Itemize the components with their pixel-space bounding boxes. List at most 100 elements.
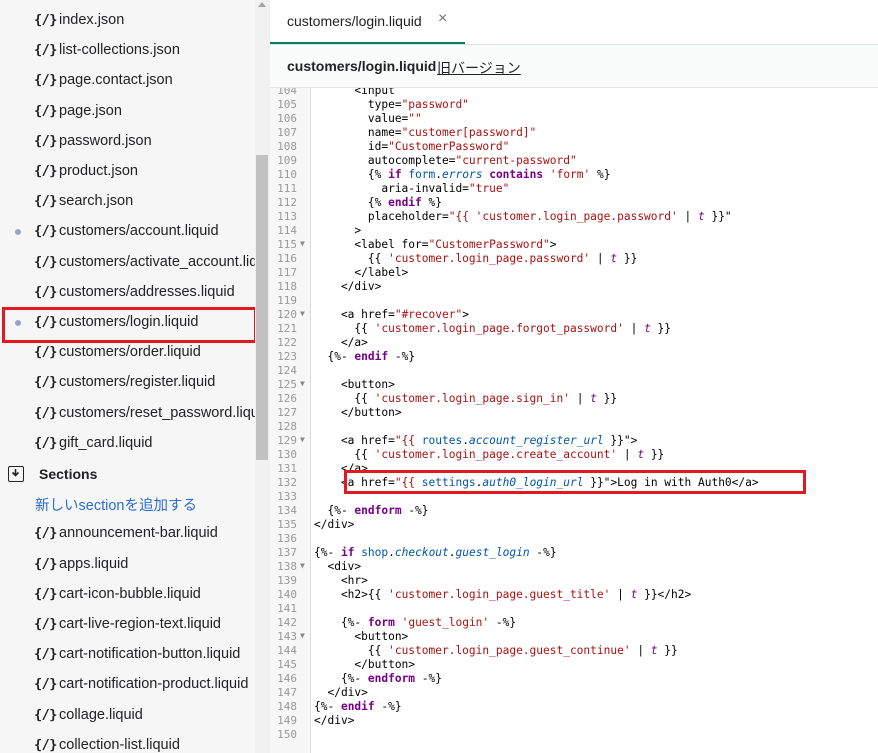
fold-arrow-icon[interactable]: ▼	[300, 307, 305, 321]
line-number: 110	[277, 168, 297, 181]
liquid-file-icon: {/}	[34, 72, 57, 89]
fold-arrow-icon[interactable]: ▼	[300, 433, 305, 447]
liquid-file-icon: {/}	[34, 344, 57, 361]
line-number: 138	[277, 560, 297, 573]
code-line: 124	[270, 364, 878, 378]
line-number: 132	[277, 476, 297, 489]
file-item[interactable]: {/} customers/addresses.liquid	[0, 278, 255, 308]
code-text: <h2>{{ 'customer.login_page.guest_title'…	[314, 588, 692, 601]
line-number: 139	[277, 574, 297, 587]
file-item[interactable]: {/} cart-notification-button.liquid	[0, 640, 255, 670]
fold-arrow-icon[interactable]: ▼	[300, 237, 305, 251]
liquid-file-icon: {/}	[34, 374, 57, 391]
file-name-label: cart-notification-product.liquid	[59, 676, 249, 693]
file-item[interactable]: {/} apps.liquid	[0, 550, 255, 580]
line-number: 140	[277, 588, 297, 601]
code-line: 128	[270, 420, 878, 434]
file-item[interactable]: {/} collection-list.liquid	[0, 731, 255, 753]
sections-header[interactable]: Sections	[0, 459, 255, 489]
code-line: 122 </a>	[270, 336, 878, 350]
line-number: 143	[277, 630, 297, 643]
liquid-file-icon: {/}	[34, 283, 57, 300]
sidebar-scrollbar-thumb[interactable]	[256, 155, 268, 460]
file-name-label: customers/order.liquid	[59, 344, 201, 361]
file-name-label: list-collections.json	[59, 42, 180, 59]
code-line: 146 {%- endform -%}	[270, 672, 878, 686]
file-item[interactable]: {/} list-collections.json	[0, 36, 255, 66]
line-number: 104	[277, 88, 297, 97]
line-number: 130	[277, 448, 297, 461]
code-line: 129 ▼ <a href="{{ routes.account_register…	[270, 434, 878, 448]
line-number: 150	[277, 728, 297, 741]
code-text: </div>	[314, 686, 368, 699]
old-version-link[interactable]: 旧バージョン	[437, 58, 521, 78]
close-icon[interactable]: ×	[438, 10, 447, 28]
file-item[interactable]: {/} cart-icon-bubble.liquid	[0, 580, 255, 610]
line-number: 116	[277, 252, 297, 265]
sections-title: Sections	[39, 466, 98, 482]
file-item[interactable]: {/} announcement-bar.liquid	[0, 519, 255, 549]
file-item[interactable]: {/} customers/reset_password.liquid	[0, 399, 270, 429]
code-text: {{ 'customer.login_page.create_account' …	[314, 448, 665, 461]
code-text: value=""	[314, 112, 422, 125]
code-area[interactable]: 103 <div class="field">104 <input105 typ…	[270, 88, 878, 753]
file-item[interactable]: {/} product.json	[0, 157, 255, 187]
line-number: 149	[277, 714, 297, 727]
line-number: 147	[277, 686, 297, 699]
file-item[interactable]: {/} gift_card.liquid	[0, 429, 255, 459]
fold-arrow-icon[interactable]: ▼	[300, 559, 305, 573]
tab-customers-login[interactable]: customers/login.liquid ×	[270, 0, 465, 44]
code-text: <input	[314, 88, 395, 97]
code-text: {{ 'customer.login_page.password' | t }}	[314, 252, 638, 265]
code-line: 144 {{ 'customer.login_page.guest_contin…	[270, 644, 878, 658]
code-line: 150	[270, 728, 878, 742]
liquid-file-icon: {/}	[34, 12, 57, 28]
code-line: 116 {{ 'customer.login_page.password' | …	[270, 252, 878, 266]
line-number: 133	[277, 490, 297, 503]
line-number: 106	[277, 112, 297, 125]
scroll-up-arrow-icon[interactable]	[258, 2, 266, 7]
file-item[interactable]: {/} search.json	[0, 187, 255, 217]
liquid-file-icon: {/}	[34, 253, 57, 270]
add-section-link[interactable]: 新しいsectionを追加する	[35, 494, 197, 515]
file-item[interactable]: {/} customers/account.liquid	[0, 217, 255, 247]
file-item[interactable]: {/} collage.liquid	[0, 701, 255, 731]
line-number: 142	[277, 616, 297, 629]
code-text: {% endif %}	[314, 196, 442, 209]
file-item[interactable]: {/} page.json	[0, 97, 255, 127]
liquid-file-icon: {/}	[34, 163, 57, 179]
liquid-file-icon: {/}	[34, 646, 57, 663]
code-line: 145 </button>	[270, 658, 878, 672]
file-item[interactable]: {/} password.json	[0, 127, 255, 157]
code-line: 119	[270, 294, 878, 308]
file-item[interactable]: {/} cart-notification-product.liquid	[0, 670, 255, 700]
fold-arrow-icon[interactable]: ▼	[300, 377, 305, 391]
liquid-file-icon: {/}	[34, 616, 57, 632]
code-line: 125 ▼ <button>	[270, 378, 878, 392]
file-item[interactable]: {/} page.contact.json	[0, 66, 255, 96]
modified-dot-icon	[15, 229, 21, 236]
file-item[interactable]: {/} index.json	[0, 6, 255, 36]
code-line: 136	[270, 532, 878, 546]
file-name-label: collage.liquid	[59, 706, 143, 723]
code-text: </div>	[314, 714, 355, 727]
file-item[interactable]: {/} cart-live-region-text.liquid	[0, 610, 255, 640]
code-text: </div>	[314, 518, 355, 531]
code-text: {%- form 'guest_login' -%}	[314, 616, 517, 629]
line-number: 148	[277, 700, 297, 713]
tab-label: customers/login.liquid	[287, 13, 422, 29]
code-line: 108 id="CustomerPassword"	[270, 140, 878, 154]
code-line: 137 {%- if shop.checkout.guest_login -%}	[270, 546, 878, 560]
line-number: 125	[277, 378, 297, 391]
fold-arrow-icon[interactable]: ▼	[300, 629, 305, 643]
file-item[interactable]: {/} customers/register.liquid	[0, 368, 255, 398]
file-name-label: cart-live-region-text.liquid	[59, 616, 221, 632]
line-number: 129	[277, 434, 297, 447]
line-number: 118	[277, 280, 297, 293]
code-line: 149 </div>	[270, 714, 878, 728]
file-item[interactable]: {/} customers/activate_account.liquid	[0, 248, 270, 278]
file-item[interactable]: {/} customers/order.liquid	[0, 338, 255, 368]
file-sidebar: {/} index.json {/} list-collections.json {/}…	[0, 0, 270, 753]
code-text: {{ 'customer.login_page.sign_in' | t }}	[314, 392, 618, 405]
code-text: <a href="{{ routes.account_register_url …	[314, 434, 638, 447]
